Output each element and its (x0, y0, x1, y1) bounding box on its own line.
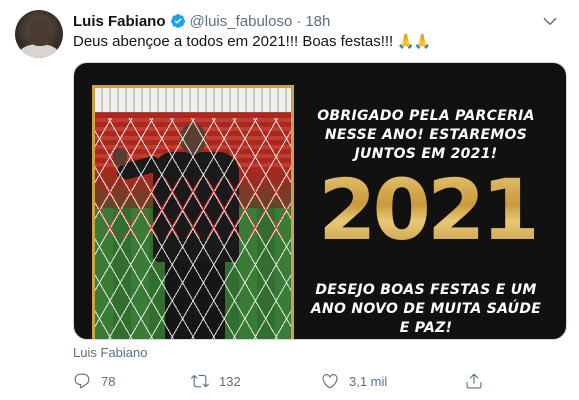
author-name[interactable]: Luis Fabiano (73, 13, 166, 30)
tweet-header: Luis Fabiano @luis_fabuloso · 18h (73, 11, 330, 31)
tweet-image[interactable]: OBRIGADO PELA PARCERIA NESSE ANO! ESTARE… (73, 62, 567, 340)
like-button[interactable]: 3,1 mil (321, 370, 387, 392)
retweet-count: 132 (219, 373, 241, 389)
praying-hands-emoji: 🙏🙏 (397, 33, 431, 49)
year-graphic: 2021 (296, 155, 558, 265)
share-button[interactable] (465, 370, 483, 392)
avatar-face (29, 18, 51, 46)
reply-icon (74, 373, 90, 389)
retweet-icon (191, 374, 209, 388)
reply-button[interactable]: 78 (73, 370, 115, 392)
promo-text-bottom: DESEJO BOAS FESTAS E UM ANO NOVO DE MUIT… (310, 282, 542, 336)
avatar[interactable] (15, 10, 63, 58)
author-handle[interactable]: @luis_fabuloso (190, 13, 293, 30)
share-icon (466, 373, 482, 389)
tweet-actions: 78 132 3,1 mil (73, 370, 493, 392)
reply-count: 78 (101, 373, 116, 389)
stadium-roof (95, 88, 291, 114)
retweet-button[interactable]: 132 (191, 370, 241, 392)
tweet-text-body: Deus abençoe a todos em 2021!!! Boas fes… (73, 33, 394, 50)
chevron-down-icon[interactable] (541, 12, 559, 30)
tweet-text: Deus abençoe a todos em 2021!!! Boas fes… (73, 33, 431, 50)
like-count: 3,1 mil (349, 373, 388, 389)
verified-badge-icon (170, 13, 186, 29)
tweet-source-label: Luis Fabiano (73, 345, 148, 360)
heart-icon (322, 374, 338, 389)
separator-dot: · (296, 12, 302, 30)
tweet-timestamp[interactable]: 18h (305, 13, 330, 30)
tweet-card[interactable]: Luis Fabiano @luis_fabuloso · 18h Deus a… (0, 0, 579, 400)
goal-net-red (95, 178, 291, 238)
avatar-shirt (19, 44, 59, 58)
player-photo (92, 85, 294, 339)
